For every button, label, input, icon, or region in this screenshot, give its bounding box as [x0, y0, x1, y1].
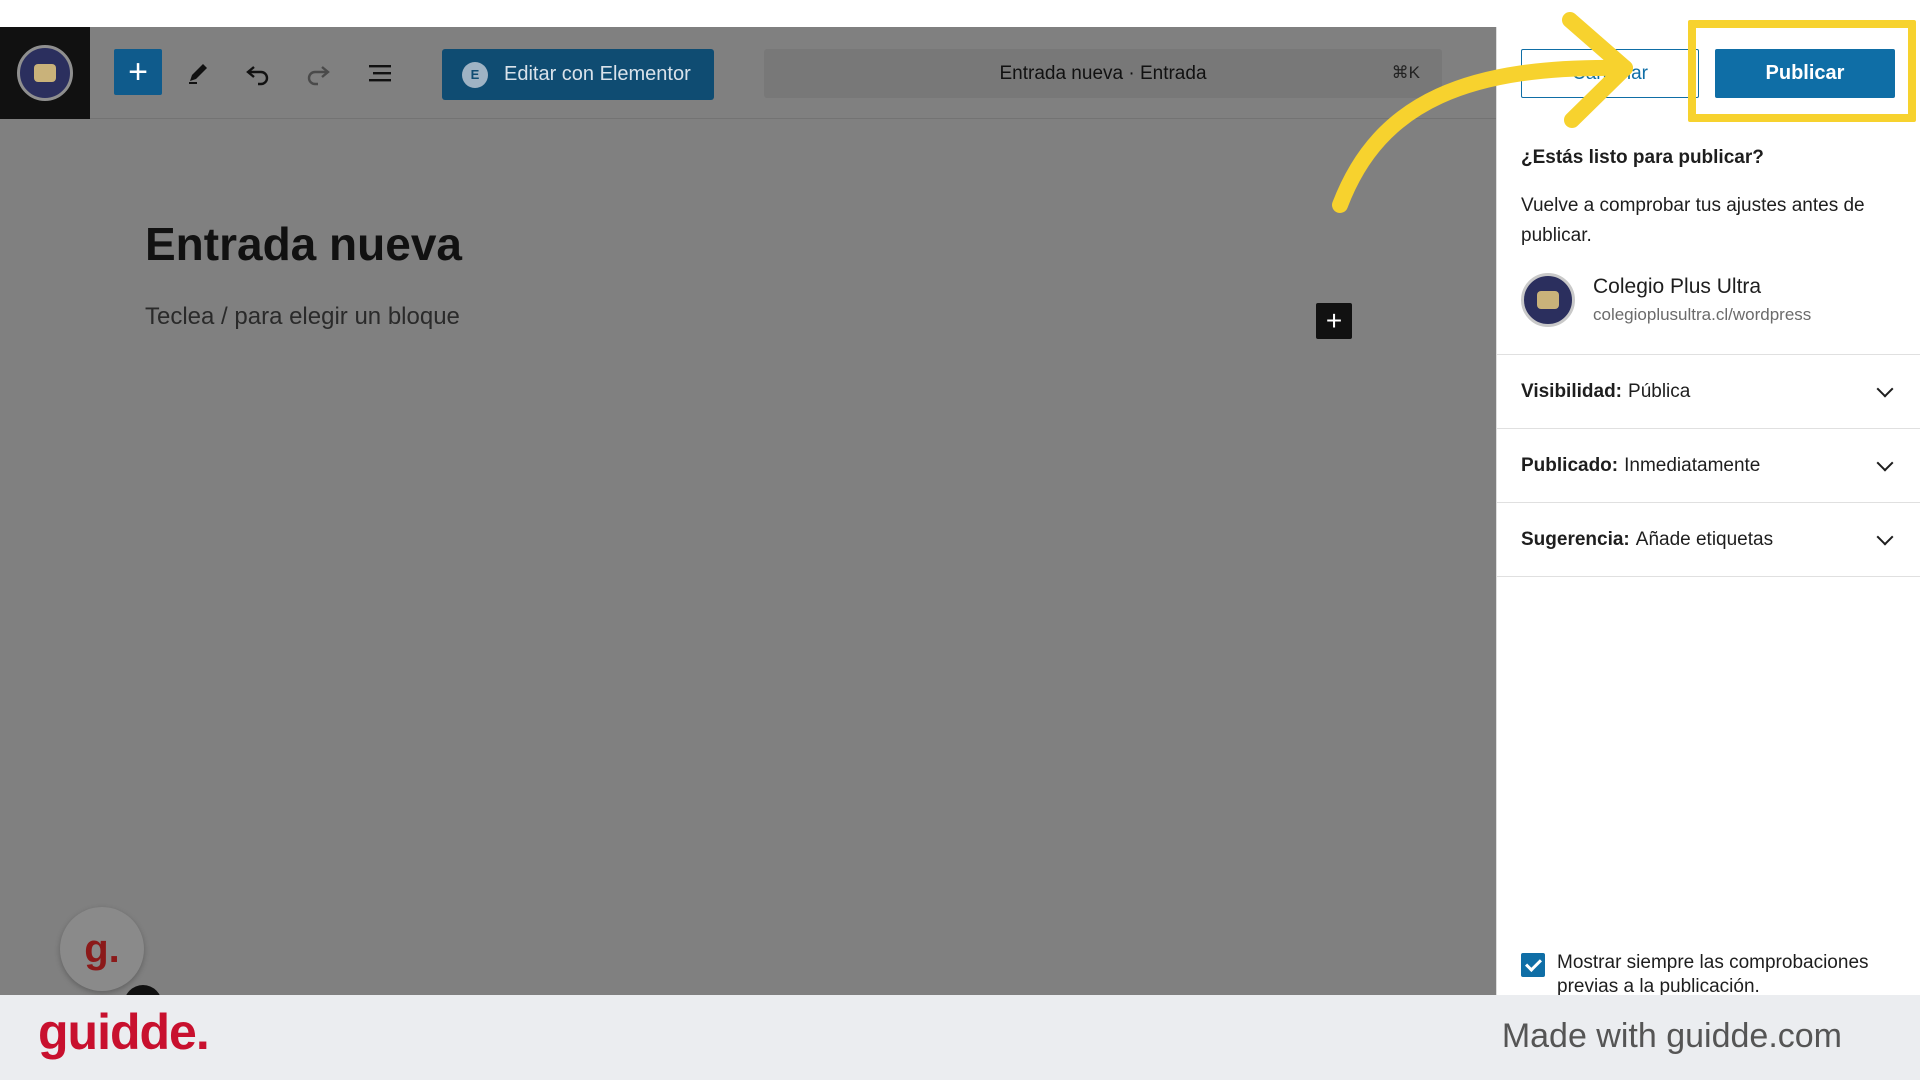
- pencil-icon: [189, 64, 207, 84]
- publish-highlight-box: [1688, 20, 1916, 122]
- plus-icon: +: [1325, 305, 1343, 336]
- suggestion-panel-toggle[interactable]: Sugerencia: Añade etiquetas: [1497, 502, 1920, 576]
- guidde-footer: guidde. Made with guidde.com: [0, 995, 1920, 1080]
- ready-to-publish-description: Vuelve a comprobar tus ajustes antes de …: [1521, 195, 1865, 246]
- chevron-down-icon: [1876, 380, 1894, 398]
- editor-toolbar: + E Editar con Elementor Entrada nueva ·…: [0, 27, 1496, 119]
- site-name: Colegio Plus Ultra: [1593, 275, 1762, 298]
- site-logo-button[interactable]: [0, 27, 90, 119]
- post-title[interactable]: Entrada nueva: [145, 217, 462, 271]
- chevron-down-icon: [1876, 454, 1894, 472]
- command-palette-bar[interactable]: Entrada nueva · Entrada ⌘K: [764, 49, 1442, 98]
- elementor-icon: E: [462, 61, 488, 88]
- redo-button[interactable]: [294, 49, 342, 97]
- always-show-checks-option[interactable]: Mostrar siempre las comprobaciones previ…: [1521, 951, 1911, 995]
- visibility-panel-toggle[interactable]: Visibilidad: Pública: [1497, 354, 1920, 428]
- cancel-label: Cancelar: [1571, 62, 1649, 84]
- site-info: Colegio Plus Ultra colegioplusultra.cl/w…: [1521, 271, 1901, 331]
- list-view-icon: [369, 65, 391, 82]
- checkbox-checked-icon[interactable]: [1521, 953, 1545, 977]
- top-strip: [0, 0, 1920, 27]
- guidde-widget-button[interactable]: g.: [60, 907, 144, 991]
- chevron-down-icon: [1876, 528, 1894, 546]
- panel-divider: [1497, 576, 1920, 577]
- site-url: colegioplusultra.cl/wordpress: [1593, 305, 1812, 324]
- publish-sidebar: Cancelar Publicar ¿Estás listo para publ…: [1496, 27, 1920, 995]
- plus-icon: +: [128, 52, 148, 91]
- ready-to-publish-heading: ¿Estás listo para publicar?: [1521, 147, 1764, 168]
- redo-icon: [307, 66, 330, 86]
- site-avatar: [1521, 273, 1575, 327]
- add-block-button[interactable]: +: [114, 49, 162, 95]
- suggestion-value: Añade etiquetas: [1635, 528, 1774, 550]
- guidde-brand-logo: guidde.: [38, 1004, 210, 1060]
- undo-button[interactable]: [234, 49, 282, 97]
- undo-icon: [246, 66, 269, 86]
- edit-with-elementor-button[interactable]: E Editar con Elementor: [442, 49, 714, 100]
- block-placeholder[interactable]: Teclea / para elegir un bloque: [145, 303, 460, 331]
- guidde-logo-icon: g.: [84, 926, 120, 971]
- tools-button[interactable]: [174, 49, 222, 97]
- made-with-text: Made with guidde.com: [1501, 1017, 1842, 1055]
- school-emblem-icon: [17, 45, 73, 101]
- suggestion-label: Sugerencia:: [1521, 528, 1630, 550]
- always-show-checks-label: Mostrar siempre las comprobaciones previ…: [1557, 952, 1869, 995]
- editor-canvas: + E Editar con Elementor Entrada nueva ·…: [0, 27, 1496, 1023]
- list-view-button[interactable]: [356, 49, 404, 97]
- cancel-button[interactable]: Cancelar: [1521, 49, 1699, 98]
- inline-block-inserter-button[interactable]: +: [1316, 303, 1352, 339]
- visibility-label: Visibilidad:: [1521, 380, 1623, 402]
- visibility-value: Pública: [1628, 380, 1691, 402]
- published-value: Inmediatamente: [1624, 454, 1761, 476]
- published-label: Publicado:: [1521, 454, 1619, 476]
- command-shortcut: ⌘K: [1391, 63, 1420, 82]
- document-title: Entrada nueva · Entrada: [999, 62, 1207, 84]
- edit-with-elementor-label: Editar con Elementor: [504, 63, 691, 85]
- publish-date-panel-toggle[interactable]: Publicado: Inmediatamente: [1497, 428, 1920, 502]
